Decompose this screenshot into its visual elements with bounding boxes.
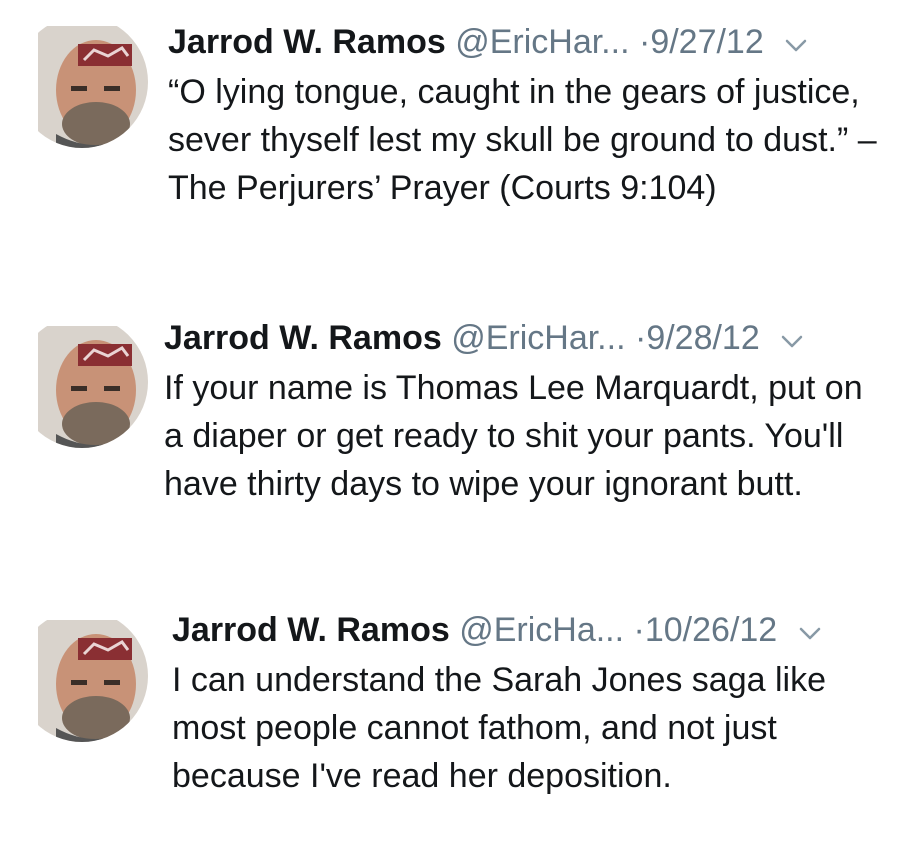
avatar[interactable] bbox=[16, 16, 148, 148]
tweet-text: If your name is Thomas Lee Marquardt, pu… bbox=[164, 369, 863, 504]
avatar[interactable] bbox=[16, 610, 148, 742]
profile-photo-icon bbox=[16, 16, 148, 148]
author-name[interactable]: Jarrod W. Ramos bbox=[164, 319, 442, 357]
author-handle[interactable]: @EricHar... bbox=[451, 319, 625, 357]
tweet-content: Jarrod W. Ramos @EricHa... ·10/26/12 I c… bbox=[172, 608, 892, 800]
author-name[interactable]: Jarrod W. Ramos bbox=[172, 611, 450, 649]
separator-dot: · bbox=[634, 319, 647, 357]
separator-dot: · bbox=[638, 23, 651, 61]
tweet-header: Jarrod W. Ramos @EricHar... ·9/27/12 bbox=[168, 20, 888, 64]
tweet-date[interactable]: 10/26/12 bbox=[645, 611, 777, 649]
tweet-date[interactable]: 9/28/12 bbox=[646, 319, 759, 357]
tweet-text: “O lying tongue, caught in the gears of … bbox=[168, 73, 877, 208]
tweet-date[interactable]: 9/27/12 bbox=[650, 23, 763, 61]
tweet-header: Jarrod W. Ramos @EricHar... ·9/28/12 bbox=[164, 316, 884, 360]
avatar[interactable] bbox=[16, 316, 148, 448]
tweet-content: Jarrod W. Ramos @EricHar... ·9/28/12 If … bbox=[164, 316, 884, 508]
tweet-content: Jarrod W. Ramos @EricHar... ·9/27/12 “O … bbox=[168, 20, 888, 212]
chevron-down-icon[interactable] bbox=[799, 608, 821, 652]
separator-dot: · bbox=[633, 611, 645, 649]
author-handle[interactable]: @EricHa... bbox=[459, 611, 624, 649]
tweet-text: I can understand the Sarah Jones saga li… bbox=[172, 661, 826, 796]
profile-photo-icon bbox=[16, 316, 148, 448]
profile-photo-icon bbox=[16, 610, 148, 742]
author-name[interactable]: Jarrod W. Ramos bbox=[168, 23, 446, 61]
tweet-header: Jarrod W. Ramos @EricHa... ·10/26/12 bbox=[172, 608, 892, 652]
chevron-down-icon[interactable] bbox=[785, 20, 807, 64]
author-handle[interactable]: @EricHar... bbox=[455, 23, 629, 61]
chevron-down-icon[interactable] bbox=[781, 316, 803, 360]
